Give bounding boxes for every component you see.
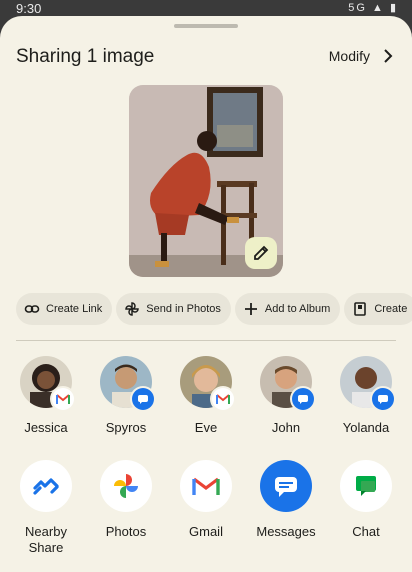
status-icons: 5G ▲ ▮ — [348, 2, 398, 14]
apps-row: Nearby Share Photos Gmail Messages Chat — [0, 460, 412, 556]
messages-icon — [378, 395, 388, 404]
chat-icon — [340, 460, 392, 512]
sheet-title: Sharing 1 image — [16, 46, 155, 67]
contact-spyros[interactable]: Spyros — [86, 356, 166, 436]
chevron-right-icon — [384, 49, 393, 63]
image-preview — [129, 85, 283, 277]
nearby-share-glyph — [33, 478, 59, 495]
contact-jessica[interactable]: Jessica — [6, 356, 86, 436]
avatar — [260, 356, 314, 410]
chip-label: Send in Photos — [146, 303, 221, 315]
avatar — [20, 356, 74, 410]
status-bar: 9:30 5G ▲ ▮ — [0, 0, 412, 16]
gmail-icon — [56, 394, 70, 404]
people-row: Jessica Spyros Eve John Yolanda — [0, 356, 412, 436]
modify-button[interactable]: Modify — [329, 48, 394, 64]
modify-label: Modify — [328, 48, 370, 64]
book-icon — [354, 302, 367, 316]
status-time: 9:30 — [16, 1, 42, 16]
contact-name: Jessica — [24, 420, 68, 435]
badge — [212, 388, 234, 410]
gmail-icon — [216, 394, 230, 404]
app-gmail[interactable]: Gmail — [166, 460, 246, 556]
app-messages[interactable]: Messages — [246, 460, 326, 556]
app-name: Photos — [105, 524, 147, 539]
messages-glyph — [275, 477, 297, 497]
app-chat[interactable]: Chat — [326, 460, 406, 556]
badge — [372, 388, 394, 410]
pinwheel-icon — [125, 302, 140, 316]
add-to-album-chip[interactable]: Add to Album — [234, 293, 341, 325]
avatar — [340, 356, 394, 410]
app-name-line2: Share — [28, 540, 64, 555]
create-link-chip[interactable]: Create Link — [16, 293, 113, 325]
app-name: Chat — [352, 524, 380, 539]
app-name: Messages — [256, 524, 316, 539]
pencil-icon — [254, 245, 269, 260]
plus-icon — [244, 303, 257, 315]
messages-icon — [298, 395, 308, 404]
contact-name: John — [271, 420, 301, 435]
edit-image-button[interactable] — [245, 237, 277, 269]
gmail-icon — [180, 460, 232, 512]
badge — [292, 388, 314, 410]
messages-icon — [260, 460, 312, 512]
create-chip[interactable]: Create — [344, 293, 412, 325]
app-nearby-share[interactable]: Nearby Share — [6, 460, 86, 556]
nearby-share-icon — [20, 460, 72, 512]
contact-name: Yolanda — [342, 420, 390, 435]
link-icon — [24, 305, 40, 313]
send-in-photos-chip[interactable]: Send in Photos — [116, 293, 231, 325]
photos-glyph — [114, 474, 138, 498]
contact-eve[interactable]: Eve — [166, 356, 246, 436]
action-chips: Create Link Send in Photos Add to Album … — [16, 293, 412, 325]
gmail-glyph — [192, 477, 220, 495]
avatar — [100, 356, 154, 410]
drag-handle[interactable] — [174, 24, 238, 28]
messages-icon — [138, 395, 148, 404]
divider — [16, 340, 396, 341]
chip-label: Create — [374, 303, 408, 315]
app-name: Nearby Share — [25, 524, 67, 556]
contact-name: Eve — [194, 420, 218, 435]
contact-name: Spyros — [105, 420, 147, 435]
avatar — [180, 356, 234, 410]
contact-john[interactable]: John — [246, 356, 326, 436]
chat-glyph — [356, 476, 376, 496]
badge — [132, 388, 154, 410]
chip-label: Add to Album — [264, 303, 331, 315]
app-name: Gmail — [189, 524, 223, 539]
share-sheet: Sharing 1 image Modify Create Link Send … — [0, 16, 412, 572]
badge — [52, 388, 74, 410]
chip-label: Create Link — [46, 303, 103, 315]
app-name-line1: Nearby — [25, 524, 67, 539]
photos-icon — [100, 460, 152, 512]
contact-yolanda[interactable]: Yolanda — [326, 356, 406, 436]
app-photos[interactable]: Photos — [86, 460, 166, 556]
